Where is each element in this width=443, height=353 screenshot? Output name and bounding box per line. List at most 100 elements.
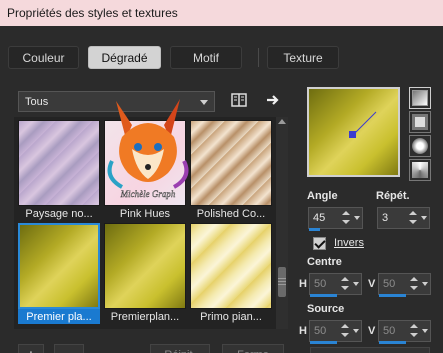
scrollbar-thumb[interactable] — [278, 267, 286, 297]
gradient-thumbnail[interactable]: Premierplan... — [104, 223, 186, 324]
center-h-input[interactable]: 50 — [309, 273, 362, 297]
gradient-label: Premier pla... — [18, 309, 100, 324]
decrement-icon[interactable] — [341, 286, 349, 290]
repeat-stepper[interactable] — [409, 211, 418, 225]
chevron-down-icon[interactable] — [353, 329, 359, 333]
center-v-stepper[interactable] — [410, 277, 419, 291]
reset-button[interactable]: Réinit. — [150, 344, 210, 353]
category-dropdown-value: Tous — [25, 95, 49, 108]
close-button[interactable]: Ferme — [222, 344, 284, 353]
rectangular-style-button[interactable] — [409, 111, 431, 133]
window-titlebar: Propriétés des styles et textures — [0, 0, 443, 26]
repeat-value: 3 — [382, 212, 389, 224]
add-button[interactable]: + — [18, 344, 44, 353]
grip-line — [278, 284, 286, 285]
chevron-down-icon[interactable] — [353, 282, 359, 286]
angle-value: 45 — [313, 212, 326, 224]
center-h-slider-bar[interactable] — [310, 294, 337, 297]
gradient-thumbnail[interactable]: Polished Co... — [190, 120, 272, 221]
scroll-up-icon[interactable] — [278, 119, 286, 124]
source-v-label: V — [368, 325, 376, 337]
tab-texture[interactable]: Texture — [267, 46, 339, 69]
gradient-thumbnail[interactable]: Paysage no... — [18, 120, 100, 221]
gallery-scrollbar[interactable] — [276, 117, 288, 329]
gradient-preview[interactable] — [307, 87, 400, 177]
center-h-stepper[interactable] — [341, 277, 350, 291]
source-v-value: 50 — [383, 325, 396, 337]
source-label: Source — [307, 303, 345, 315]
increment-icon[interactable] — [342, 211, 350, 215]
increment-icon[interactable] — [410, 324, 418, 328]
increment-icon[interactable] — [341, 277, 349, 281]
window-title: Propriétés des styles et textures — [7, 6, 178, 20]
decrement-icon[interactable] — [342, 220, 350, 224]
gradient-thumbnail[interactable]: Primo pian... — [190, 223, 272, 324]
sunburst-style-button[interactable] — [409, 135, 431, 157]
source-h-slider-bar[interactable] — [310, 341, 337, 344]
gradient-label: Paysage no... — [25, 208, 93, 220]
source-v-input[interactable]: 50 — [378, 320, 431, 344]
decrement-icon[interactable] — [341, 333, 349, 337]
tab-motif[interactable]: Motif — [170, 46, 242, 69]
linear-gradient-icon — [412, 90, 428, 106]
source-h-label: H — [299, 325, 307, 337]
plus-icon: + — [28, 349, 34, 353]
center-v-label: V — [368, 278, 376, 290]
watermark-text: Michèle Graph — [120, 189, 176, 199]
center-v-value: 50 — [383, 278, 396, 290]
angle-input[interactable]: 45 — [308, 207, 363, 231]
decrement-icon[interactable] — [409, 220, 417, 224]
sunburst-gradient-icon — [412, 138, 428, 154]
chevron-down-icon[interactable] — [422, 282, 428, 286]
chevron-down-icon[interactable] — [421, 216, 427, 220]
gradient-swatch — [190, 120, 272, 206]
gradient-label: Pink Hues — [119, 208, 171, 220]
chevron-down-icon — [200, 100, 208, 105]
gradient-swatch — [18, 223, 100, 309]
decrement-icon[interactable] — [410, 286, 418, 290]
invert-checkbox[interactable] — [313, 237, 326, 250]
gradient-label: Polished Co... — [196, 208, 266, 220]
linear-style-button[interactable] — [409, 87, 431, 109]
radial-style-button[interactable] — [409, 159, 431, 181]
rectangular-gradient-icon — [412, 114, 428, 130]
chevron-down-icon[interactable] — [354, 216, 360, 220]
decrement-icon[interactable] — [410, 333, 418, 337]
radial-gradient-icon — [412, 162, 428, 178]
library-icon[interactable] — [230, 91, 248, 109]
gradient-thumbnail[interactable]: Premier pla... — [18, 223, 100, 324]
grip-line — [278, 278, 286, 279]
center-label: Centre — [307, 256, 342, 268]
source-h-value: 50 — [314, 325, 327, 337]
center-v-slider-bar[interactable] — [379, 294, 406, 297]
gradient-label: Premierplan... — [110, 311, 180, 323]
fox-watermark-image: Michèle Graph — [107, 99, 189, 199]
tab-separator — [258, 48, 259, 67]
gradient-gallery: Paysage no... Pink Hues Polished Co... P… — [14, 99, 276, 329]
invert-label[interactable]: Invers — [334, 237, 364, 249]
increment-icon[interactable] — [410, 277, 418, 281]
arrow-right-icon[interactable] — [264, 91, 282, 109]
center-h-value: 50 — [314, 278, 327, 290]
increment-icon[interactable] — [409, 211, 417, 215]
tab-degrade[interactable]: Dégradé — [88, 46, 161, 69]
tab-couleur[interactable]: Couleur — [8, 46, 79, 69]
grip-line — [278, 281, 286, 282]
gradient-swatch — [18, 120, 100, 206]
center-h-label: H — [299, 278, 307, 290]
increment-icon[interactable] — [341, 324, 349, 328]
source-v-stepper[interactable] — [410, 324, 419, 338]
gradient-swatch — [190, 223, 272, 309]
repeat-input[interactable]: 3 — [377, 207, 430, 229]
center-v-input[interactable]: 50 — [378, 273, 431, 297]
secondary-button[interactable] — [54, 344, 84, 353]
source-h-stepper[interactable] — [341, 324, 350, 338]
source-h-input[interactable]: 50 — [309, 320, 362, 344]
angle-stepper[interactable] — [342, 211, 351, 225]
source-v-slider-bar[interactable] — [379, 341, 406, 344]
gradient-label: Primo pian... — [200, 311, 262, 323]
gradient-swatch — [104, 223, 186, 309]
link-control[interactable] — [310, 347, 430, 353]
angle-slider-bar[interactable] — [309, 228, 320, 231]
chevron-down-icon[interactable] — [422, 329, 428, 333]
